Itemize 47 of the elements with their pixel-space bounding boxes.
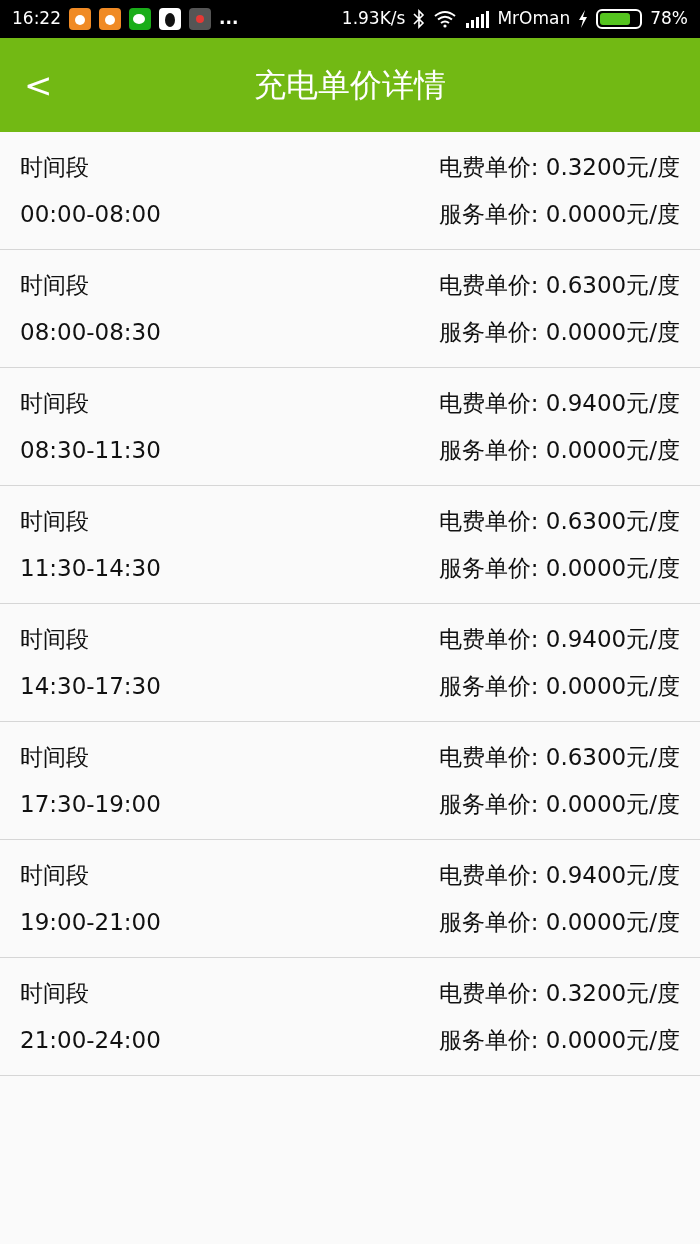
period-label: 时间段	[20, 507, 90, 536]
app-icon	[129, 8, 151, 30]
period-time: 14:30-17:30	[20, 671, 161, 701]
service-price: 服务单价: 0.0000元/度	[438, 435, 680, 465]
app-icon	[189, 8, 211, 30]
electricity-price: 电费单价: 0.6300元/度	[438, 271, 680, 300]
wifi-icon	[433, 10, 458, 28]
electricity-price: 电费单价: 0.6300元/度	[438, 507, 680, 536]
signal-icon	[465, 10, 490, 28]
period-time: 08:30-11:30	[20, 435, 161, 465]
period-label: 时间段	[20, 389, 90, 418]
period-label: 时间段	[20, 153, 90, 182]
period-label: 时间段	[20, 625, 90, 654]
period-label: 时间段	[20, 979, 90, 1008]
app-icon	[159, 8, 181, 30]
service-price: 服务单价: 0.0000元/度	[438, 907, 680, 937]
more-notifications: ...	[219, 7, 239, 31]
back-button[interactable]: <	[24, 68, 53, 102]
service-price: 服务单价: 0.0000元/度	[438, 199, 680, 229]
service-price: 服务单价: 0.0000元/度	[438, 671, 680, 701]
service-price: 服务单价: 0.0000元/度	[438, 1025, 680, 1055]
electricity-price: 电费单价: 0.3200元/度	[438, 153, 680, 182]
electricity-price: 电费单价: 0.9400元/度	[438, 389, 680, 418]
period-time: 17:30-19:00	[20, 789, 161, 819]
electricity-price: 电费单价: 0.6300元/度	[438, 743, 680, 772]
period-time: 11:30-14:30	[20, 553, 161, 583]
electricity-price: 电费单价: 0.9400元/度	[438, 861, 680, 890]
network-speed: 1.93K/s	[341, 7, 406, 31]
service-price: 服务单价: 0.0000元/度	[438, 553, 680, 583]
clock: 16:22	[12, 7, 61, 31]
battery-percent: 78%	[650, 7, 688, 31]
electricity-price: 电费单价: 0.9400元/度	[438, 625, 680, 654]
period-label: 时间段	[20, 743, 90, 772]
period-time: 00:00-08:00	[20, 199, 161, 229]
period-label: 时间段	[20, 271, 90, 300]
service-price: 服务单价: 0.0000元/度	[438, 789, 680, 819]
app-icon	[99, 8, 121, 30]
electricity-price: 电费单价: 0.3200元/度	[438, 979, 680, 1008]
period-time: 21:00-24:00	[20, 1025, 161, 1055]
bluetooth-icon	[413, 9, 426, 29]
period-label: 时间段	[20, 861, 90, 890]
carrier-name: MrOman	[497, 7, 571, 31]
period-time: 19:00-21:00	[20, 907, 161, 937]
page-title: 充电单价详情	[254, 65, 446, 106]
service-price: 服务单价: 0.0000元/度	[438, 317, 680, 347]
period-time: 08:00-08:30	[20, 317, 161, 347]
app-icon	[69, 8, 91, 30]
